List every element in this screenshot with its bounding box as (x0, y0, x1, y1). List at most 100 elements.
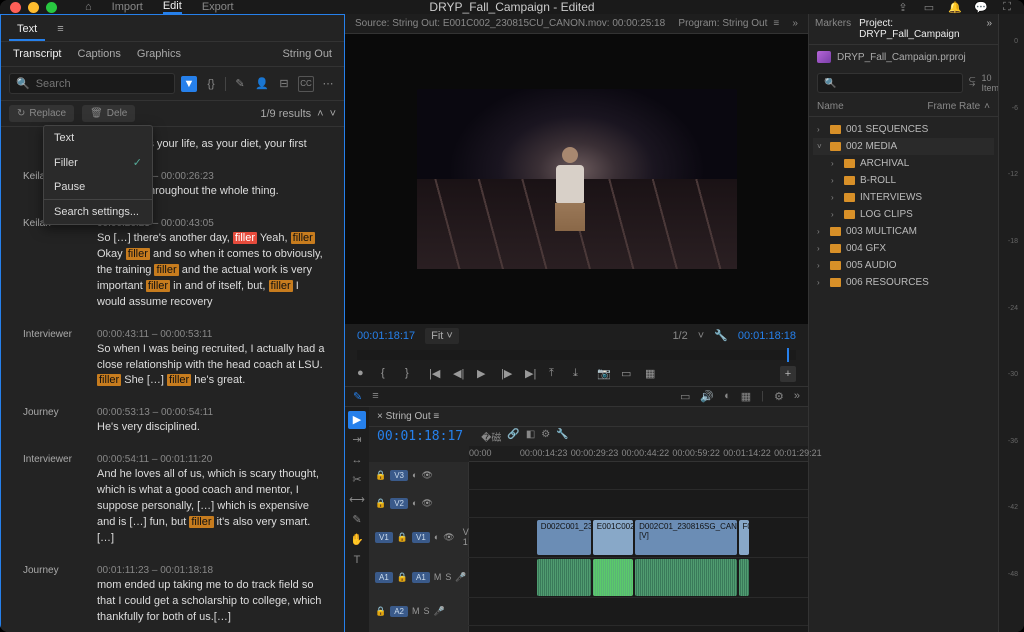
add-marker-icon[interactable]: ● (357, 367, 371, 381)
transcript-segment[interactable]: Keilan00:00:26:23 – 00:00:43:05So […] th… (23, 218, 330, 311)
wrench2-icon[interactable]: 🔧 (556, 429, 568, 444)
bin-row[interactable]: ›004 GFX (813, 240, 994, 257)
menu-export[interactable]: Export (202, 1, 234, 13)
video-clip[interactable]: E001C002_230813CU (593, 520, 634, 555)
pen-tool-icon[interactable]: ✎ (348, 511, 366, 529)
segment-text[interactable]: And he loves all of us, which is scary t… (97, 467, 330, 547)
dropdown-filler[interactable]: Filler (44, 150, 152, 175)
bin-row[interactable]: ›001 SEQUENCES (813, 121, 994, 138)
video-clip[interactable]: D002C001_230816SG_CANON.mov (537, 520, 591, 555)
bin-row[interactable]: ›ARCHIVAL (813, 155, 994, 172)
replace-button[interactable]: ↻Replace (9, 105, 74, 122)
workspace-icon[interactable]: ▭ (922, 0, 936, 14)
fx-monitor-icon[interactable]: ▭ (680, 390, 690, 403)
quick-export-icon[interactable]: ⇪ (896, 0, 910, 14)
fit-select[interactable]: Fit ˅ (425, 328, 459, 344)
bell-icon[interactable]: 🔔 (948, 0, 962, 14)
ripple-tool-icon[interactable]: ↔ (348, 451, 366, 469)
step-back-icon[interactable]: ◀| (453, 367, 467, 381)
timeline-tracks[interactable]: 🔒V3◐👁 🔒V2◐👁 V1🔒V1◐👁Video 1 D002C001_2308… (369, 462, 808, 632)
segment-text[interactable]: So […] there's another day, filler Yeah,… (97, 231, 330, 311)
fx-bars-icon[interactable]: ≡ (372, 390, 378, 402)
button-editor-icon[interactable]: + (780, 366, 796, 382)
timeline-seq-tab[interactable]: × String Out ≡ (377, 411, 439, 422)
segment-text[interactable]: He's very disciplined. (97, 420, 330, 436)
bin-row[interactable]: ›B-ROLL (813, 172, 994, 189)
mark-in-icon[interactable]: { (381, 367, 395, 381)
prev-result-icon[interactable]: ˄ (317, 108, 323, 120)
subtab-graphics[interactable]: Graphics (137, 48, 181, 60)
compare-icon[interactable]: ▭ (621, 367, 635, 381)
project-search[interactable] (817, 73, 963, 93)
dropdown-text[interactable]: Text (44, 126, 152, 150)
hand-tool-icon[interactable]: ✋ (348, 531, 366, 549)
tab-text[interactable]: Text (9, 19, 45, 41)
subtab-captions[interactable]: Captions (78, 48, 121, 60)
merge-icon[interactable]: ⊟ (276, 76, 292, 92)
next-result-icon[interactable]: ˅ (330, 108, 336, 120)
fx-audio-icon[interactable]: 🔊 (700, 390, 714, 403)
fx-more-icon[interactable]: » (794, 390, 800, 402)
razor-tool-icon[interactable]: ✂ (348, 471, 366, 489)
lift-icon[interactable]: ⤒ (549, 367, 563, 381)
video-clip[interactable]: D002C01_230816SG_CANON.mov [V] (635, 520, 737, 555)
program-scrubber[interactable] (357, 350, 796, 360)
track-select-icon[interactable]: ⇥ (348, 431, 366, 449)
step-fwd-icon[interactable]: |▶ (501, 367, 515, 381)
fx-settings-icon[interactable]: ⚙ (774, 390, 784, 403)
audio-clip[interactable] (593, 559, 634, 596)
chat-icon[interactable]: 💬 (974, 0, 988, 14)
audio-clip[interactable] (635, 559, 737, 596)
timeline-timecode[interactable]: 00:01:18:17 (377, 429, 463, 444)
col-name[interactable]: Name (817, 101, 844, 112)
minimize-window[interactable] (28, 2, 39, 13)
speaker-icon[interactable]: 👤 (254, 76, 270, 92)
audio-clip[interactable] (739, 559, 749, 596)
maximize-window[interactable] (46, 2, 57, 13)
project-tree[interactable]: ›001 SEQUENCES˅002 MEDIA›ARCHIVAL›B-ROLL… (809, 117, 998, 295)
slip-tool-icon[interactable]: ⟷ (348, 491, 366, 509)
audio-clip[interactable] (537, 559, 591, 596)
menu-import[interactable]: Import (112, 1, 143, 13)
program-timecode[interactable]: 00:01:18:17 (357, 330, 415, 342)
video-clip[interactable]: F0 (739, 520, 749, 555)
menu-edit[interactable]: Edit (163, 0, 182, 14)
cc-icon[interactable]: CC (298, 76, 314, 92)
bin-row[interactable]: ˅002 MEDIA (813, 138, 994, 155)
settings-icon[interactable]: ⚙ (541, 429, 550, 444)
delete-button[interactable]: 🗑Dele (82, 105, 135, 122)
project-filter-icon[interactable]: ⥹ (969, 73, 975, 89)
filter-icon[interactable]: ▼ (181, 76, 197, 92)
half-res[interactable]: 1/2 (672, 330, 687, 342)
play-icon[interactable]: ▶ (477, 367, 491, 381)
braces-icon[interactable]: {} (203, 76, 219, 92)
tab-project[interactable]: Project: DRYP_Fall_Campaign (859, 18, 978, 40)
type-tool-icon[interactable]: T (348, 551, 366, 569)
snap-icon[interactable]: �磁 (481, 429, 501, 444)
col-framerate[interactable]: Frame Rate (927, 101, 980, 112)
program-tab[interactable]: Program: String Out (678, 18, 767, 29)
marker-span-icon[interactable]: ◧ (526, 429, 535, 444)
timeline-ruler[interactable]: 00:0000:00:14:2300:00:29:2300:00:44:2200… (469, 446, 808, 462)
pencil-icon[interactable]: ✎ (232, 76, 248, 92)
export-frame-icon[interactable]: 📷 (597, 367, 611, 381)
fx-color-icon[interactable]: ◐ (724, 390, 731, 402)
subtab-transcript[interactable]: Transcript (13, 48, 62, 60)
segment-text[interactable]: So when I was being recruited, I actuall… (97, 342, 330, 390)
go-in-icon[interactable]: |◀ (429, 367, 443, 381)
more-icon[interactable]: ⋯ (320, 76, 336, 92)
safe-icon[interactable]: ▦ (645, 367, 659, 381)
close-window[interactable] (10, 2, 21, 13)
link-icon[interactable]: 🔗 (507, 429, 519, 444)
segment-text[interactable]: mom ended up taking me to do track field… (97, 578, 330, 626)
wrench-icon[interactable]: 🔧 (714, 329, 728, 342)
transcript-segment[interactable]: Interviewer00:00:43:11 – 00:00:53:11So w… (23, 329, 330, 390)
bin-row[interactable]: ›LOG CLIPS (813, 206, 994, 223)
program-monitor[interactable] (345, 34, 808, 324)
dropdown-pause[interactable]: Pause (44, 175, 152, 199)
fullscreen-icon[interactable]: ⛶ (1000, 0, 1014, 14)
tab-markers[interactable]: Markers (815, 18, 851, 40)
fx-grid-icon[interactable]: ▦ (741, 390, 751, 403)
fx-pen-icon[interactable]: ✎ (353, 390, 362, 403)
tab-close-icon[interactable]: ≡ (49, 19, 71, 41)
